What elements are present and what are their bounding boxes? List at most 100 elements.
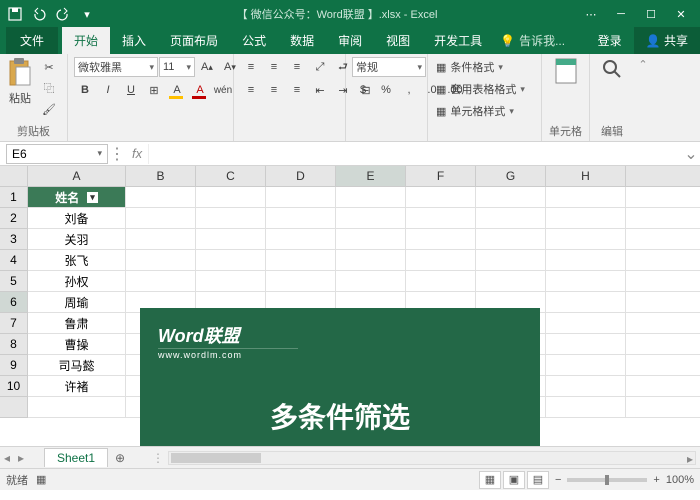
col-header[interactable] [626, 166, 700, 187]
normal-view-icon[interactable]: ▦ [479, 471, 501, 489]
row-header[interactable]: 5 [0, 271, 28, 292]
align-bottom-icon[interactable]: ≡ [286, 57, 308, 77]
row-header[interactable]: 9 [0, 355, 28, 376]
row-header[interactable]: 8 [0, 334, 28, 355]
row-header[interactable]: 4 [0, 250, 28, 271]
fill-color-icon[interactable]: A [166, 80, 188, 100]
macro-record-icon[interactable]: ▦ [36, 473, 46, 486]
sheet-nav-next-icon[interactable]: ▸ [14, 451, 28, 465]
row-header[interactable]: 2 [0, 208, 28, 229]
sheet-nav-prev-icon[interactable]: ◂ [0, 451, 14, 465]
decrease-indent-icon[interactable]: ⇤ [309, 80, 331, 100]
col-header[interactable]: B [126, 166, 196, 187]
cells-icon[interactable] [554, 57, 578, 85]
conditional-format-button[interactable]: ▦条件格式▾ [434, 57, 505, 77]
tab-dev[interactable]: 开发工具 [422, 27, 494, 54]
align-middle-icon[interactable]: ≡ [263, 57, 285, 77]
tab-formula[interactable]: 公式 [230, 27, 278, 54]
sheet-tab[interactable]: Sheet1 [44, 448, 108, 467]
tab-data[interactable]: 数据 [278, 27, 326, 54]
cell[interactable]: 许褚 [28, 376, 126, 397]
row-header[interactable]: 1 [0, 187, 28, 208]
col-header[interactable]: D [266, 166, 336, 187]
cell[interactable]: 鲁肃 [28, 313, 126, 334]
bold-icon[interactable]: B [74, 80, 96, 100]
redo-icon[interactable] [52, 3, 74, 25]
formula-input[interactable] [148, 144, 682, 164]
cell[interactable]: 张飞 [28, 250, 126, 271]
tab-review[interactable]: 审阅 [326, 27, 374, 54]
share-button[interactable]: 👤 共享 [634, 27, 700, 54]
font-size-select[interactable]: 11▾ [159, 57, 195, 77]
find-icon[interactable] [600, 57, 624, 85]
col-header[interactable]: H [546, 166, 626, 187]
select-all-corner[interactable] [0, 166, 28, 187]
page-layout-view-icon[interactable]: ▣ [503, 471, 525, 489]
align-right-icon[interactable]: ≡ [286, 80, 308, 100]
cell[interactable]: 曹操 [28, 334, 126, 355]
cell[interactable]: 司马懿 [28, 355, 126, 376]
col-header[interactable]: A [28, 166, 126, 187]
underline-icon[interactable]: U [120, 80, 142, 100]
col-header[interactable]: E [336, 166, 406, 187]
percent-icon[interactable]: % [375, 80, 397, 100]
row-header[interactable]: 6 [0, 292, 28, 313]
tab-file[interactable]: 文件 [6, 27, 58, 54]
cell[interactable]: 关羽 [28, 229, 126, 250]
close-icon[interactable]: ✕ [666, 0, 696, 28]
align-center-icon[interactable]: ≡ [263, 80, 285, 100]
orientation-icon[interactable]: ⤢ [309, 57, 331, 77]
save-icon[interactable] [4, 3, 26, 25]
page-break-view-icon[interactable]: ▤ [527, 471, 549, 489]
cell[interactable]: 孙权 [28, 271, 126, 292]
col-header[interactable]: C [196, 166, 266, 187]
row-header[interactable] [0, 397, 28, 418]
number-format-select[interactable]: 常规▾ [352, 57, 426, 77]
horizontal-scrollbar[interactable]: ◂▸ [168, 451, 696, 465]
increase-font-icon[interactable]: A▴ [196, 57, 218, 77]
minimize-icon[interactable]: ─ [606, 0, 636, 28]
row-header[interactable]: 3 [0, 229, 28, 250]
qat-customize-icon[interactable]: ▾ [76, 3, 98, 25]
phonetic-icon[interactable]: wén [212, 80, 234, 100]
scroll-thumb[interactable] [171, 453, 261, 463]
col-header[interactable]: G [476, 166, 546, 187]
tab-home[interactable]: 开始 [62, 27, 110, 54]
zoom-slider[interactable] [567, 478, 647, 482]
copy-icon[interactable]: ⿻ [38, 78, 60, 98]
filter-icon[interactable]: ▾ [87, 192, 98, 203]
undo-icon[interactable] [28, 3, 50, 25]
paste-icon[interactable] [6, 57, 34, 89]
comma-icon[interactable]: , [398, 80, 420, 100]
row-header[interactable]: 10 [0, 376, 28, 397]
format-painter-icon[interactable]: 🖌 [38, 99, 60, 119]
cell[interactable]: 刘备 [28, 208, 126, 229]
cut-icon[interactable]: ✂ [38, 57, 60, 77]
login-button[interactable]: 登录 [586, 27, 634, 54]
border-icon[interactable]: ⊞ [143, 80, 165, 100]
fx-icon[interactable]: fx [126, 146, 148, 161]
expand-namebox-icon[interactable]: ⋮ [108, 142, 126, 165]
tab-layout[interactable]: 页面布局 [158, 27, 230, 54]
currency-icon[interactable]: $ [352, 80, 374, 100]
tab-view[interactable]: 视图 [374, 27, 422, 54]
col-header[interactable]: F [406, 166, 476, 187]
tell-me[interactable]: 💡告诉我... [494, 27, 571, 54]
align-top-icon[interactable]: ≡ [240, 57, 262, 77]
align-left-icon[interactable]: ≡ [240, 80, 262, 100]
tab-insert[interactable]: 插入 [110, 27, 158, 54]
paste-label[interactable]: 粘贴 [9, 90, 31, 106]
row-header[interactable]: 7 [0, 313, 28, 334]
cell-style-button[interactable]: ▦单元格样式▾ [434, 101, 516, 121]
zoom-level[interactable]: 100% [666, 474, 694, 486]
cell[interactable]: 姓名 ▾ [28, 187, 126, 208]
name-box[interactable]: E6▾ [6, 144, 108, 164]
window-controls-icon[interactable]: ⋯ [576, 0, 606, 28]
expand-formula-icon[interactable]: ⌄ [682, 142, 700, 165]
font-color-icon[interactable]: A [189, 80, 211, 100]
collapse-ribbon-icon[interactable]: ⌃ [634, 54, 652, 141]
table-format-button[interactable]: ▦套用表格格式▾ [434, 79, 527, 99]
font-name-select[interactable]: 微软雅黑▾ [74, 57, 158, 77]
italic-icon[interactable]: I [97, 80, 119, 100]
maximize-icon[interactable]: ☐ [636, 0, 666, 28]
